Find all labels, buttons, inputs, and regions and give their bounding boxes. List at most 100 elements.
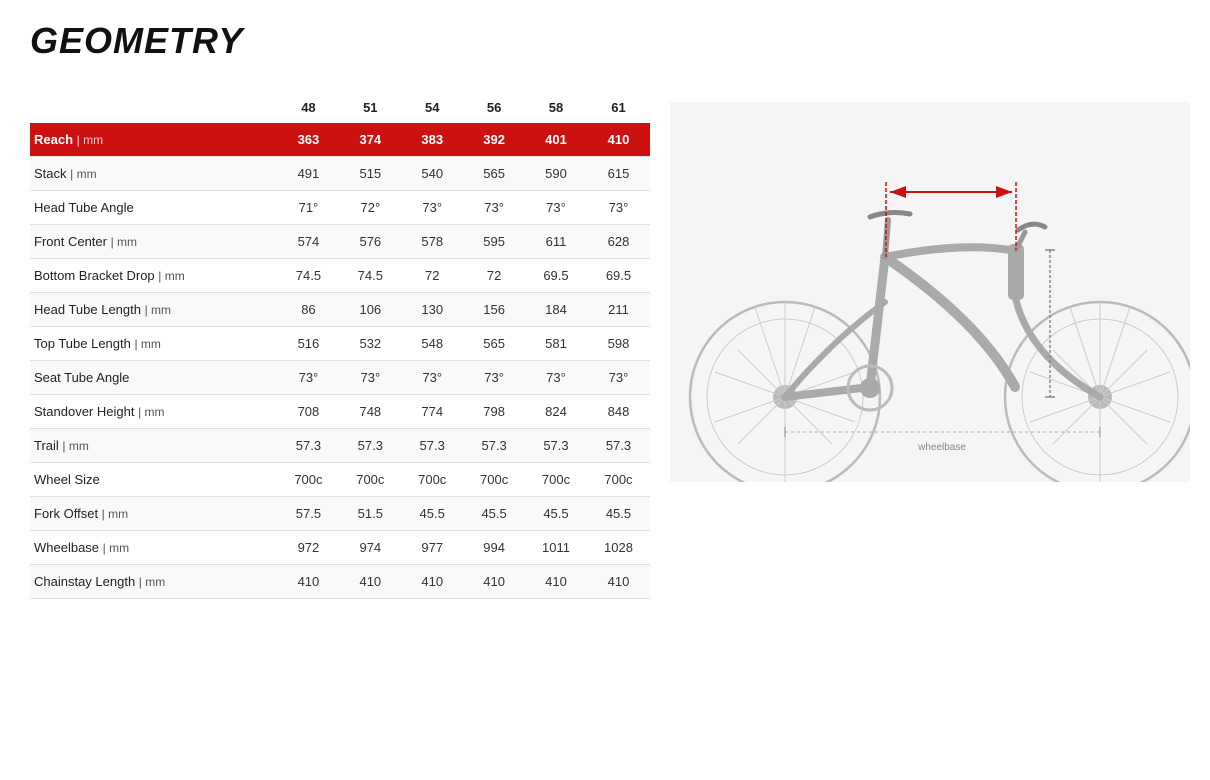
row-value: 74.5 [339, 259, 401, 293]
page-title: GEOMETRY [30, 20, 1180, 62]
row-value: 410 [277, 565, 339, 599]
table-row: Standover Height | mm708748774798824848 [30, 395, 650, 429]
row-value: 532 [339, 327, 401, 361]
row-value: 57.3 [587, 429, 650, 463]
row-value: 700c [339, 463, 401, 497]
table-row: Trail | mm57.357.357.357.357.357.3 [30, 429, 650, 463]
row-value: 700c [463, 463, 525, 497]
table-row: Chainstay Length | mm410410410410410410 [30, 565, 650, 599]
row-value: 86 [277, 293, 339, 327]
geometry-table: 485154565861 Reach | mm36337438339240141… [30, 92, 650, 599]
row-value: 515 [339, 157, 401, 191]
row-value: 516 [277, 327, 339, 361]
row-label: Fork Offset | mm [30, 497, 277, 531]
row-label: Seat Tube Angle [30, 361, 277, 395]
row-label: Trail | mm [30, 429, 277, 463]
row-value: 401 [525, 123, 587, 157]
row-value: 73° [463, 361, 525, 395]
row-value: 1028 [587, 531, 650, 565]
row-value: 1011 [525, 531, 587, 565]
row-value: 565 [463, 157, 525, 191]
row-value: 548 [401, 327, 463, 361]
row-unit: | mm [134, 337, 160, 351]
table-row: Bottom Bracket Drop | mm74.574.5727269.5… [30, 259, 650, 293]
row-value: 994 [463, 531, 525, 565]
header-size-58: 58 [525, 92, 587, 123]
row-value: 581 [525, 327, 587, 361]
row-unit: | mm [138, 405, 164, 419]
row-value: 73° [339, 361, 401, 395]
table-row: Reach | mm363374383392401410 [30, 123, 650, 157]
table-section: 485154565861 Reach | mm36337438339240141… [30, 92, 650, 599]
table-row: Top Tube Length | mm516532548565581598 [30, 327, 650, 361]
row-value: 574 [277, 225, 339, 259]
row-value: 410 [587, 565, 650, 599]
row-value: 363 [277, 123, 339, 157]
header-size-48: 48 [277, 92, 339, 123]
row-value: 57.3 [277, 429, 339, 463]
row-value: 73° [401, 361, 463, 395]
row-value: 73° [463, 191, 525, 225]
row-unit: | mm [145, 303, 171, 317]
row-value: 74.5 [277, 259, 339, 293]
row-value: 73° [401, 191, 463, 225]
header-label-col [30, 92, 277, 123]
row-unit: | mm [158, 269, 184, 283]
header-size-54: 54 [401, 92, 463, 123]
row-value: 611 [525, 225, 587, 259]
row-value: 410 [525, 565, 587, 599]
row-value: 824 [525, 395, 587, 429]
main-layout: 485154565861 Reach | mm36337438339240141… [30, 92, 1180, 599]
row-label: Wheel Size [30, 463, 277, 497]
row-value: 700c [401, 463, 463, 497]
header-size-51: 51 [339, 92, 401, 123]
row-value: 72° [339, 191, 401, 225]
row-value: 848 [587, 395, 650, 429]
table-row: Stack | mm491515540565590615 [30, 157, 650, 191]
table-row: Head Tube Length | mm86106130156184211 [30, 293, 650, 327]
row-value: 628 [587, 225, 650, 259]
row-value: 45.5 [587, 497, 650, 531]
row-value: 45.5 [525, 497, 587, 531]
row-value: 383 [401, 123, 463, 157]
row-value: 410 [463, 565, 525, 599]
row-value: 69.5 [587, 259, 650, 293]
row-value: 491 [277, 157, 339, 191]
row-value: 45.5 [463, 497, 525, 531]
row-value: 590 [525, 157, 587, 191]
row-value: 540 [401, 157, 463, 191]
row-value: 73° [587, 361, 650, 395]
row-unit: | mm [70, 167, 96, 181]
row-value: 565 [463, 327, 525, 361]
row-label: Standover Height | mm [30, 395, 277, 429]
row-value: 972 [277, 531, 339, 565]
row-label: Head Tube Angle [30, 191, 277, 225]
bike-diagram: wheelbase [670, 102, 1190, 482]
table-row: Wheel Size700c700c700c700c700c700c [30, 463, 650, 497]
row-value: 106 [339, 293, 401, 327]
row-value: 410 [401, 565, 463, 599]
row-value: 798 [463, 395, 525, 429]
row-label: Stack | mm [30, 157, 277, 191]
diagram-section: wheelbase [670, 92, 1190, 599]
row-unit: | mm [111, 235, 137, 249]
row-value: 71° [277, 191, 339, 225]
row-unit: | mm [103, 541, 129, 555]
row-value: 392 [463, 123, 525, 157]
row-label: Wheelbase | mm [30, 531, 277, 565]
row-value: 57.3 [339, 429, 401, 463]
header-row: 485154565861 [30, 92, 650, 123]
row-value: 974 [339, 531, 401, 565]
row-value: 211 [587, 293, 650, 327]
row-label: Reach | mm [30, 123, 277, 157]
table-row: Front Center | mm574576578595611628 [30, 225, 650, 259]
header-size-56: 56 [463, 92, 525, 123]
row-value: 72 [401, 259, 463, 293]
row-value: 700c [587, 463, 650, 497]
row-value: 748 [339, 395, 401, 429]
row-value: 72 [463, 259, 525, 293]
row-value: 595 [463, 225, 525, 259]
row-value: 73° [587, 191, 650, 225]
table-row: Wheelbase | mm97297497799410111028 [30, 531, 650, 565]
row-value: 51.5 [339, 497, 401, 531]
